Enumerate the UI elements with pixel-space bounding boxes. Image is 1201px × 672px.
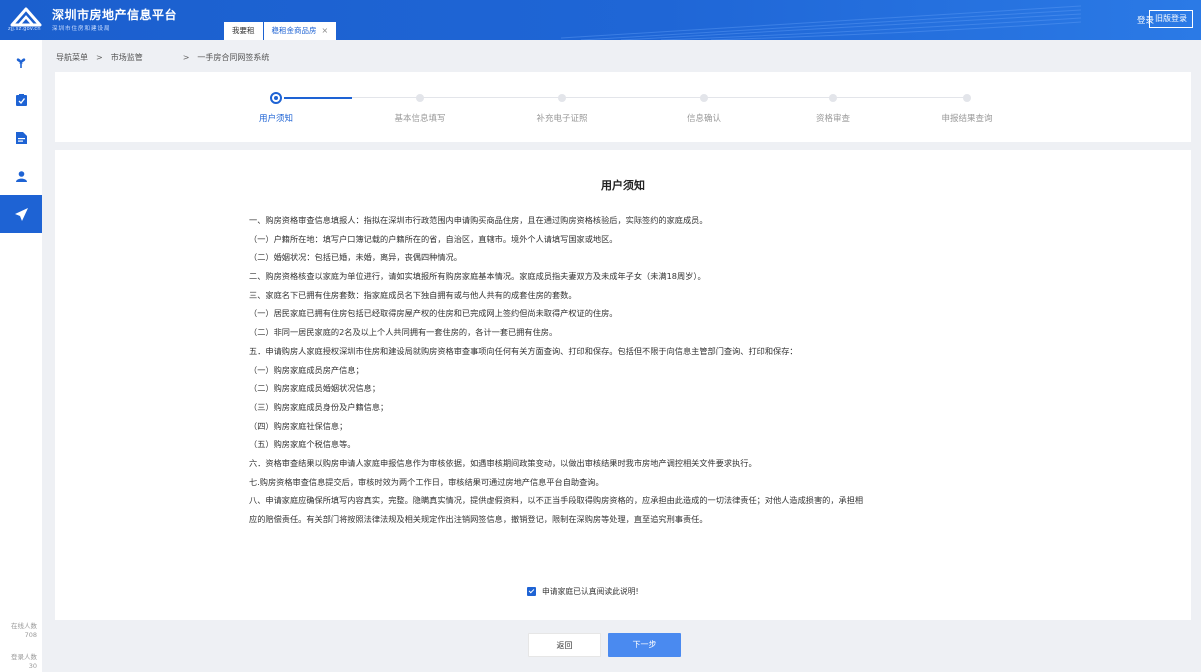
breadcrumb-item[interactable]: 导航菜单 [56, 52, 88, 63]
site-subtitle: 深圳市住房和建设局 [52, 26, 111, 32]
flower-icon [16, 58, 26, 68]
online-count-value: 708 [24, 631, 37, 639]
sidebar-item-user[interactable] [0, 157, 42, 195]
step-connector [284, 97, 352, 99]
tab-bar: 我要租 稳租金商品房 × [224, 22, 337, 40]
sidebar-item-tasks[interactable] [0, 81, 42, 119]
breadcrumb-separator: > [96, 53, 103, 62]
agree-checkbox-row[interactable]: 申请家庭已认真阅读此说明! [527, 586, 639, 597]
step-indicator [963, 94, 971, 102]
login-count-value: 30 [28, 662, 37, 670]
breadcrumb-item[interactable]: 市场监管 [111, 52, 143, 63]
sidebar-item-home[interactable] [0, 43, 42, 81]
tab-rent[interactable]: 我要租 [224, 22, 263, 40]
breadcrumb: 导航菜单 > 市场监管 > 一手房合同网签系统 [56, 52, 269, 63]
notice-line: 五．申请购房人家庭授权深圳市住房和建设局就购房资格审查事项向任何有关方面查询、打… [249, 345, 798, 356]
breadcrumb-separator: > [182, 53, 190, 62]
back-button[interactable]: 返回 [528, 633, 601, 657]
step-connector [792, 97, 967, 98]
document-icon [15, 132, 27, 144]
send-icon [14, 207, 28, 221]
agree-checkbox[interactable] [527, 587, 536, 596]
notice-line: （二）购房家庭成员婚姻状况信息； [249, 383, 381, 394]
tab-label: 稳租金商品房 [271, 26, 317, 35]
old-version-login-button[interactable]: 旧版登录 [1149, 10, 1193, 28]
login-count-label: 登录人数 [11, 653, 37, 661]
notice-line: 七.购房资格审查信息提交后，审核时效为两个工作日，审核结果可通过房地产信息平台自… [249, 476, 604, 487]
step-label-result-query: 申报结果查询 [941, 114, 993, 124]
notice-line: （三）购房家庭成员身份及户籍信息； [249, 401, 389, 412]
notice-panel: 用户须知 一、购房资格审查信息填报人：指拟在深圳市行政范围内申请购买商品住房，且… [55, 150, 1191, 620]
sidebar-item-documents[interactable] [0, 119, 42, 157]
step-indicator [558, 94, 566, 102]
tab-label: 我要租 [232, 26, 255, 35]
top-header: zjj.sz.gov.cn 深圳市房地产信息平台 深圳市住房和建设局 我要租 稳… [0, 0, 1201, 40]
header-decoration [561, 5, 1081, 40]
checklist-icon [15, 94, 27, 106]
notice-line: （一）购房家庭成员房产信息； [249, 364, 364, 375]
notice-line: （四）购房家庭社保信息； [249, 420, 348, 431]
notice-title: 用户须知 [601, 179, 645, 192]
notice-line: （二）非同一居民家庭的2名及以上个人共同拥有一套住房的，各计一套已拥有住房。 [249, 327, 558, 338]
next-step-button[interactable]: 下一步 [608, 633, 681, 657]
notice-line: （一）户籍所在地：填写户口簿记载的户籍所在的省，自治区，直辖市。境外个人请填写国… [249, 233, 618, 244]
online-count-label: 在线人数 [11, 622, 37, 630]
step-indicator-current [270, 92, 282, 104]
step-label-e-certificates: 补充电子证照 [536, 114, 588, 124]
breadcrumb-item[interactable]: 一手房合同网签系统 [197, 52, 269, 63]
site-title: 深圳市房地产信息平台 [52, 8, 178, 22]
step-label-user-notice: 用户须知 [258, 114, 293, 124]
close-icon[interactable]: × [322, 26, 329, 35]
step-label-qualification: 资格审查 [815, 114, 850, 124]
login-count-stat: 登录人数 30 [11, 653, 37, 671]
notice-line: 二、购房资格核查以家庭为单位进行，请如实填报所有购房家庭基本情况。家庭成员指夫妻… [249, 271, 706, 282]
sidebar: 在线人数 708 登录人数 30 [0, 40, 42, 672]
step-label-basic-info: 基本信息填写 [394, 114, 446, 124]
notice-line: 一、购房资格审查信息填报人：指拟在深圳市行政范围内申请购买商品住房，且在通过购房… [249, 215, 708, 225]
notice-line: （一）居民家庭已拥有住房包括已经取得房屋产权的住房和已完成网上签约但尚未取得产权… [249, 308, 618, 319]
progress-steps: 用户须知 基本信息填写 补充电子证照 信息确认 资格审查 申报结果查询 [55, 72, 1191, 142]
step-indicator [416, 94, 424, 102]
notice-line: 三、家庭名下已拥有住房套数：指家庭成员名下独自拥有或与他人共有的成套住房的套数。 [249, 289, 577, 300]
notice-line: （五）购房家庭个税信息等。 [249, 439, 356, 450]
notice-line: 应的赔偿责任。有关部门将按照法律法规及相关规定作出注销网签信息，撤销登记，限制在… [249, 514, 708, 524]
step-indicator [829, 94, 837, 102]
agree-label[interactable]: 申请家庭已认真阅读此说明! [542, 586, 639, 597]
notice-line: 八、申请家庭应确保所填写内容真实，完整。隐瞒真实情况，提供虚假资料，以不正当手段… [249, 495, 864, 506]
step-label-confirm: 信息确认 [686, 114, 721, 124]
tab-stable-rent-housing[interactable]: 稳租金商品房 × [263, 22, 337, 40]
step-indicator [700, 94, 708, 102]
sidebar-item-submit[interactable] [0, 195, 42, 233]
notice-body: 一、购房资格审查信息填报人：指拟在深圳市行政范围内申请购买商品住房，且在通过购房… [249, 211, 1009, 529]
notice-line: （二）婚姻状况：包括已婚，未婚，离异，丧偶四种情况。 [249, 252, 462, 263]
notice-line: 六．资格审查结果以购房申请人家庭申报信息作为审核依据，如遇审核期间政策变动，以做… [249, 457, 757, 468]
user-icon [15, 170, 27, 182]
online-count-stat: 在线人数 708 [11, 622, 37, 640]
logo-domain: zjj.sz.gov.cn [8, 26, 41, 32]
